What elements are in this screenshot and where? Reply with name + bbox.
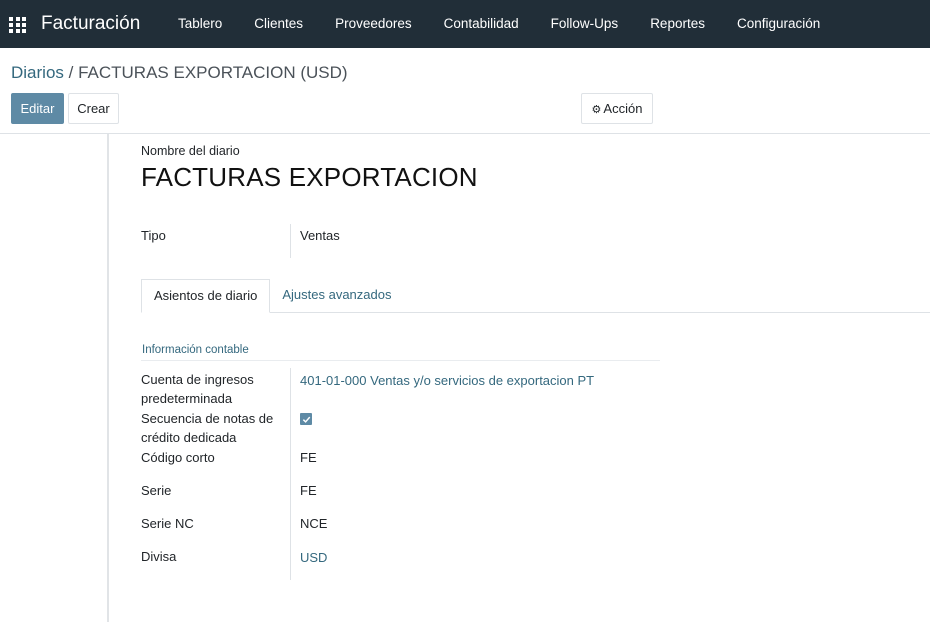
menu-item-tablero[interactable]: Tablero (162, 0, 238, 48)
series-label: Serie (141, 483, 172, 498)
edit-button[interactable]: Editar (11, 93, 64, 124)
menu-item-reportes[interactable]: Reportes (634, 0, 721, 48)
type-separator (290, 224, 291, 258)
tab-asientos-de-diario[interactable]: Asientos de diario (141, 279, 271, 313)
currency-label: Divisa (141, 549, 177, 564)
series-nc-label: Serie NC (141, 516, 194, 531)
menu-item-configuracion[interactable]: Configuración (721, 0, 836, 48)
income-account-label: Cuenta de ingresos predeterminada (141, 372, 254, 406)
app-brand[interactable]: Facturación (41, 12, 140, 36)
gear-icon: ⚙ (591, 104, 602, 116)
tab-ajustes-avanzados[interactable]: Ajustes avanzados (270, 279, 403, 313)
group-title-informacion-contable: Información contable (142, 344, 249, 356)
short-code-label: Código corto (141, 450, 215, 465)
apps-grid-icon[interactable] (9, 17, 26, 33)
journal-name-value: FACTURAS EXPORTACION (141, 162, 478, 192)
control-panel-divider (0, 133, 930, 134)
form-sheet-border (107, 134, 109, 622)
notebook-tabs: Asientos de diario Ajustes avanzados (141, 279, 403, 313)
refund-sequence-label: Secuencia de notas de crédito dedicada (141, 411, 274, 445)
group-title-underline (141, 360, 660, 361)
income-account-link[interactable]: 401-01-000 Ventas y/o servicios de expor… (300, 371, 594, 390)
type-value: Ventas (300, 228, 340, 243)
menu-item-clientes[interactable]: Clientes (238, 0, 319, 48)
breadcrumb-parent-link[interactable]: Diarios (11, 63, 64, 82)
refund-sequence-checkbox[interactable] (300, 413, 312, 425)
main-menu: Tablero Clientes Proveedores Contabilida… (162, 0, 836, 48)
top-navbar: Facturación Tablero Clientes Proveedores… (0, 0, 930, 48)
check-icon (302, 416, 310, 423)
fields-separator (290, 368, 291, 580)
breadcrumb: Diarios / FACTURAS EXPORTACION (USD) (11, 62, 348, 84)
create-button[interactable]: Crear (68, 93, 119, 124)
menu-item-follow-ups[interactable]: Follow-Ups (535, 0, 635, 48)
series-nc-value: NCE (300, 516, 328, 531)
action-button-label: Acción (603, 101, 643, 116)
currency-link[interactable]: USD (300, 548, 327, 567)
action-button[interactable]: ⚙ Acción (581, 93, 653, 124)
breadcrumb-current: FACTURAS EXPORTACION (USD) (78, 63, 348, 82)
menu-item-contabilidad[interactable]: Contabilidad (428, 0, 535, 48)
type-label: Tipo (141, 228, 166, 243)
short-code-value: FE (300, 450, 317, 465)
journal-name-label: Nombre del diario (141, 144, 240, 158)
breadcrumb-separator: / (63, 63, 79, 82)
series-value: FE (300, 483, 317, 498)
menu-item-proveedores[interactable]: Proveedores (319, 0, 428, 48)
